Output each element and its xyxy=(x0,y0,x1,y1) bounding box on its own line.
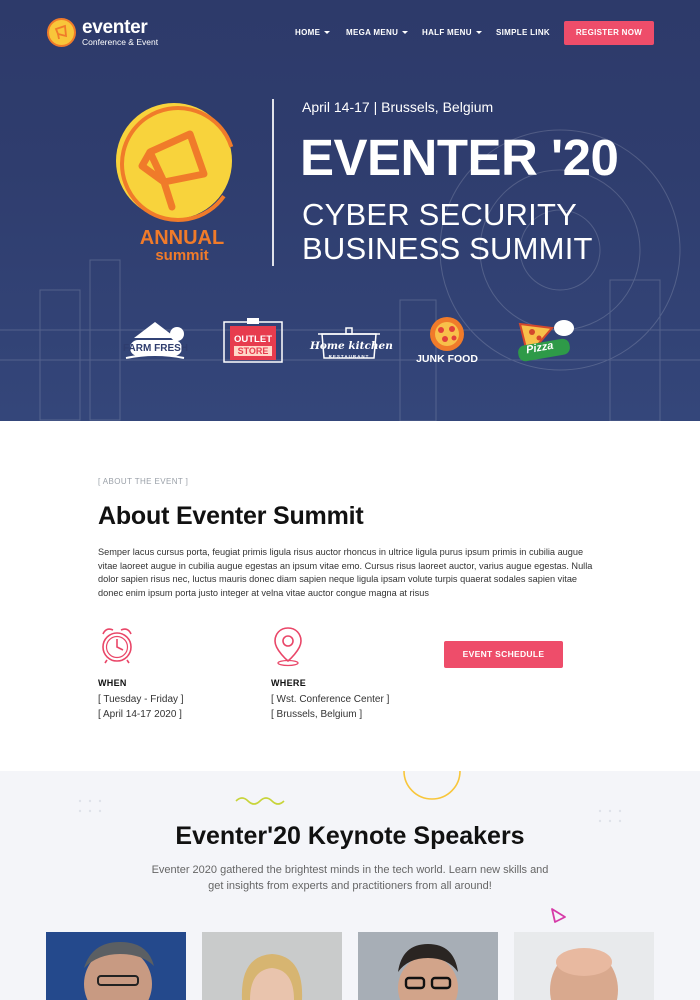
annual-summit-badge: ANNUAL summit xyxy=(112,102,242,267)
main-nav: eventer Conference & Event HOME MEGA MEN… xyxy=(0,0,700,66)
sponsor-pizza[interactable]: Pizza xyxy=(514,316,578,368)
sponsor-label-line2: RESTAURANT xyxy=(328,354,370,359)
about-eyebrow: [ ABOUT THE EVENT ] xyxy=(98,477,189,486)
brand-name[interactable]: eventer xyxy=(82,18,148,37)
badge-annual-text: ANNUAL xyxy=(139,227,225,249)
nav-item-home[interactable]: HOME xyxy=(295,28,331,38)
hero-section: eventer Conference & Event HOME MEGA MEN… xyxy=(0,0,700,421)
speakers-title: Eventer'20 Keynote Speakers xyxy=(175,822,525,850)
brand-tagline: Conference & Event xyxy=(82,37,159,47)
barn-icon xyxy=(125,322,185,359)
hero-date-location: April 14-17 | Brussels, Belgium xyxy=(302,99,494,115)
brand-logo-icon[interactable] xyxy=(47,18,76,47)
hero-subtitle-line2: BUSINESS SUMMIT xyxy=(302,231,593,266)
speaker-card[interactable] xyxy=(202,932,342,1000)
chevron-down-icon xyxy=(324,31,331,35)
where-line2: [ Brussels, Belgium ] xyxy=(271,709,363,720)
about-body: Semper lacus cursus porta, feugiat primi… xyxy=(98,547,593,598)
alarm-clock-icon xyxy=(102,628,132,664)
speaker-4-photo xyxy=(514,932,654,1000)
speaker-1-photo xyxy=(46,932,186,1000)
sponsor-home-kitchen[interactable]: Home kitchen RESTAURANT xyxy=(308,316,393,368)
nav-item-mega-menu[interactable]: MEGA MENU xyxy=(346,28,409,38)
when-line2: [ April 14-17 2020 ] xyxy=(98,709,182,720)
speaker-3-photo xyxy=(358,932,498,1000)
sponsor-outlet-store[interactable]: OUTLET STORE xyxy=(222,316,284,368)
hero-subtitle: CYBER SECURITY BUSINESS SUMMIT xyxy=(302,198,593,266)
nav-item-half-menu[interactable]: HALF MENU xyxy=(422,28,482,38)
map-pin-icon xyxy=(274,627,302,667)
about-title: About Eventer Summit xyxy=(98,502,364,530)
when-line1: [ Tuesday - Friday ] xyxy=(98,694,184,705)
register-now-button[interactable]: REGISTER NOW xyxy=(564,21,654,45)
speakers-intro: Eventer 2020 gathered the brightest mind… xyxy=(151,864,549,892)
chevron-down-icon xyxy=(402,31,409,35)
sponsor-label: JUNK FOOD xyxy=(416,353,478,365)
speaker-card[interactable] xyxy=(514,932,654,1000)
where-line1: [ Wst. Conference Center ] xyxy=(271,694,390,705)
nav-item-simple-link[interactable]: SIMPLE LINK xyxy=(496,28,550,38)
sponsor-junk-food[interactable]: JUNK FOOD xyxy=(414,316,480,368)
badge-summit-text: summit xyxy=(155,247,209,264)
sponsor-farm-fresh[interactable]: FARM FRESH xyxy=(122,316,188,368)
speaker-card[interactable] xyxy=(358,932,498,1000)
where-label: WHERE xyxy=(271,678,306,688)
hero-title: EVENTER '20 xyxy=(300,129,619,186)
speaker-2-photo xyxy=(202,932,342,1000)
sponsor-label-line1: OUTLET xyxy=(234,334,272,345)
nav-item-label: HALF MENU xyxy=(422,28,472,37)
nav-item-label: SIMPLE LINK xyxy=(496,28,550,37)
sponsor-label: FARM FRESH xyxy=(123,343,188,354)
sponsor-label-line1: Home kitchen xyxy=(310,340,393,352)
sponsor-label-line2: STORE xyxy=(234,346,272,356)
chevron-down-icon xyxy=(475,31,482,35)
hero-divider xyxy=(272,99,274,266)
hero-subtitle-line1: CYBER SECURITY xyxy=(302,197,577,232)
event-schedule-button[interactable]: EVENT SCHEDULE xyxy=(444,641,563,668)
nav-item-label: HOME xyxy=(295,28,321,37)
when-label: WHEN xyxy=(98,678,127,688)
speaker-card[interactable] xyxy=(46,932,186,1000)
nav-item-label: MEGA MENU xyxy=(346,28,399,37)
